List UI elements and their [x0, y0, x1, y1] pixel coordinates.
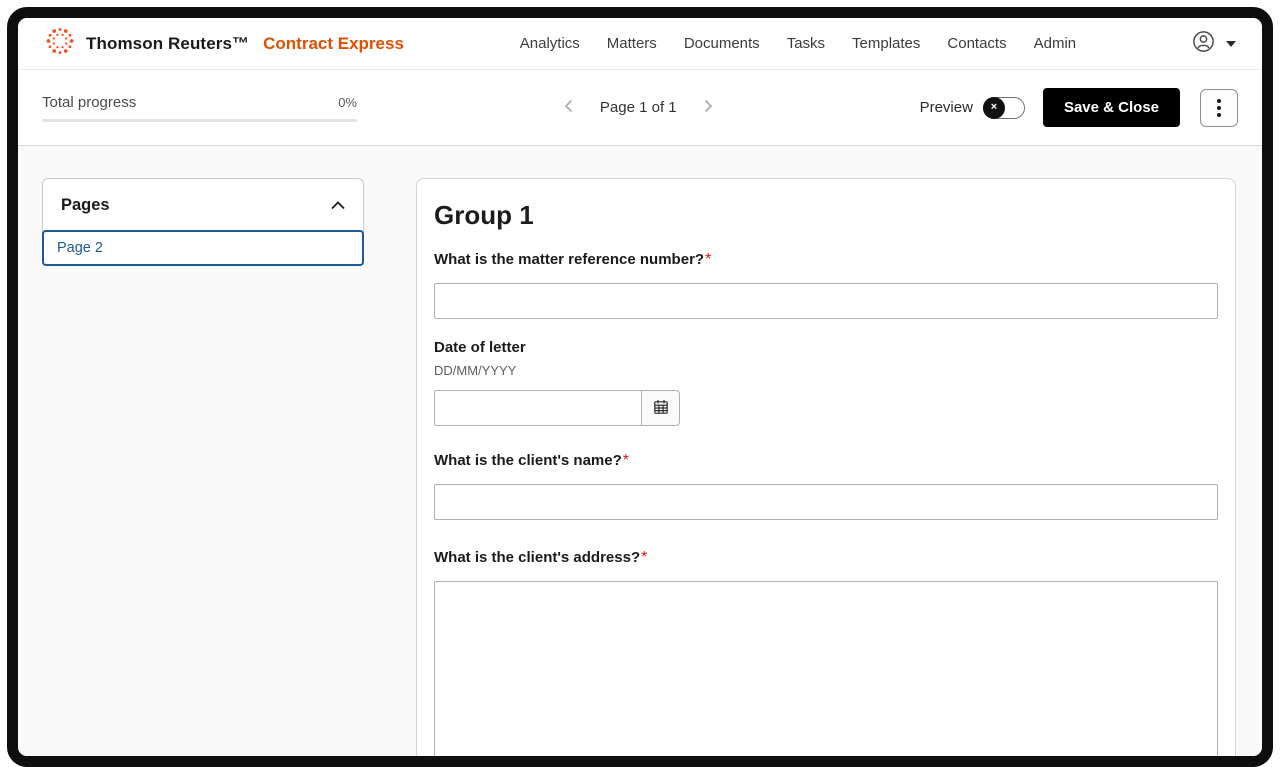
more-options-button[interactable] [1200, 89, 1238, 127]
field-matter-reference: What is the matter reference number?* [434, 251, 1218, 319]
chevron-down-icon [1226, 41, 1236, 47]
field-client-address: What is the client's address?* [434, 549, 1218, 767]
top-header: Thomson Reuters™ Contract Express Analyt… [18, 18, 1262, 70]
product-name: Contract Express [263, 34, 404, 54]
next-page-button[interactable] [697, 94, 719, 121]
nav-item-matters[interactable]: Matters [607, 35, 657, 52]
progress-value: 0% [338, 95, 357, 110]
date-format-hint: DD/MM/YYYY [434, 363, 1218, 378]
kebab-menu-icon [1217, 99, 1221, 117]
app-window: Thomson Reuters™ Contract Express Analyt… [7, 7, 1273, 767]
page-pagination: Page 1 of 1 [357, 94, 920, 121]
nav-item-admin[interactable]: Admin [1034, 35, 1077, 52]
chevron-left-icon [562, 98, 576, 117]
nav-item-tasks[interactable]: Tasks [787, 35, 825, 52]
matter-reference-input[interactable] [434, 283, 1218, 319]
client-name-input[interactable] [434, 484, 1218, 520]
user-circle-icon [1192, 30, 1215, 58]
brand-logo[interactable]: Thomson Reuters™ Contract Express [44, 25, 404, 62]
group-title: Group 1 [434, 200, 1218, 231]
thomson-reuters-kinesis-icon [44, 25, 76, 62]
chevron-up-icon [331, 197, 345, 215]
required-marker: * [623, 452, 629, 469]
questionnaire-toolbar: Total progress 0% Page 1 of 1 [18, 70, 1262, 146]
matter-reference-label: What is the matter reference number? [434, 251, 704, 268]
pages-panel-header[interactable]: Pages [43, 179, 363, 231]
calendar-icon [652, 398, 670, 419]
toolbar-actions: Preview × Save & Close [920, 88, 1238, 127]
main-nav: Analytics Matters Documents Tasks Templa… [404, 35, 1192, 52]
nav-item-analytics[interactable]: Analytics [520, 35, 580, 52]
total-progress: Total progress 0% [42, 94, 357, 122]
client-address-label: What is the client's address? [434, 549, 640, 566]
required-marker: * [641, 549, 647, 566]
progress-bar [42, 119, 357, 122]
account-menu[interactable] [1192, 30, 1236, 58]
save-close-button[interactable]: Save & Close [1043, 88, 1180, 127]
brand-name: Thomson Reuters™ [86, 34, 249, 54]
question-group-card: Group 1 What is the matter reference num… [416, 178, 1236, 767]
calendar-picker-button[interactable] [641, 390, 680, 426]
previous-page-button[interactable] [558, 94, 580, 121]
pages-title: Pages [61, 196, 110, 215]
chevron-right-icon [701, 98, 715, 117]
nav-item-documents[interactable]: Documents [684, 35, 760, 52]
nav-item-templates[interactable]: Templates [852, 35, 920, 52]
required-marker: * [705, 251, 711, 268]
client-name-label: What is the client's name? [434, 452, 622, 469]
pages-panel: Pages Page 2 [42, 178, 364, 266]
nav-item-contacts[interactable]: Contacts [947, 35, 1006, 52]
field-date-of-letter: Date of letter DD/MM/YYYY [434, 339, 1218, 426]
preview-toggle[interactable]: × [983, 97, 1025, 119]
client-address-textarea[interactable] [434, 581, 1218, 767]
progress-label: Total progress [42, 94, 136, 111]
page-indicator: Page 1 of 1 [600, 99, 677, 116]
field-client-name: What is the client's name?* [434, 452, 1218, 520]
questionnaire-content: Pages Page 2 Group 1 What is the matter … [18, 146, 1262, 767]
date-of-letter-input[interactable] [434, 390, 642, 426]
date-of-letter-label: Date of letter [434, 339, 526, 356]
sidebar-item-page-2[interactable]: Page 2 [42, 230, 364, 266]
toggle-off-knob: × [983, 97, 1005, 119]
preview-label: Preview [920, 99, 973, 116]
